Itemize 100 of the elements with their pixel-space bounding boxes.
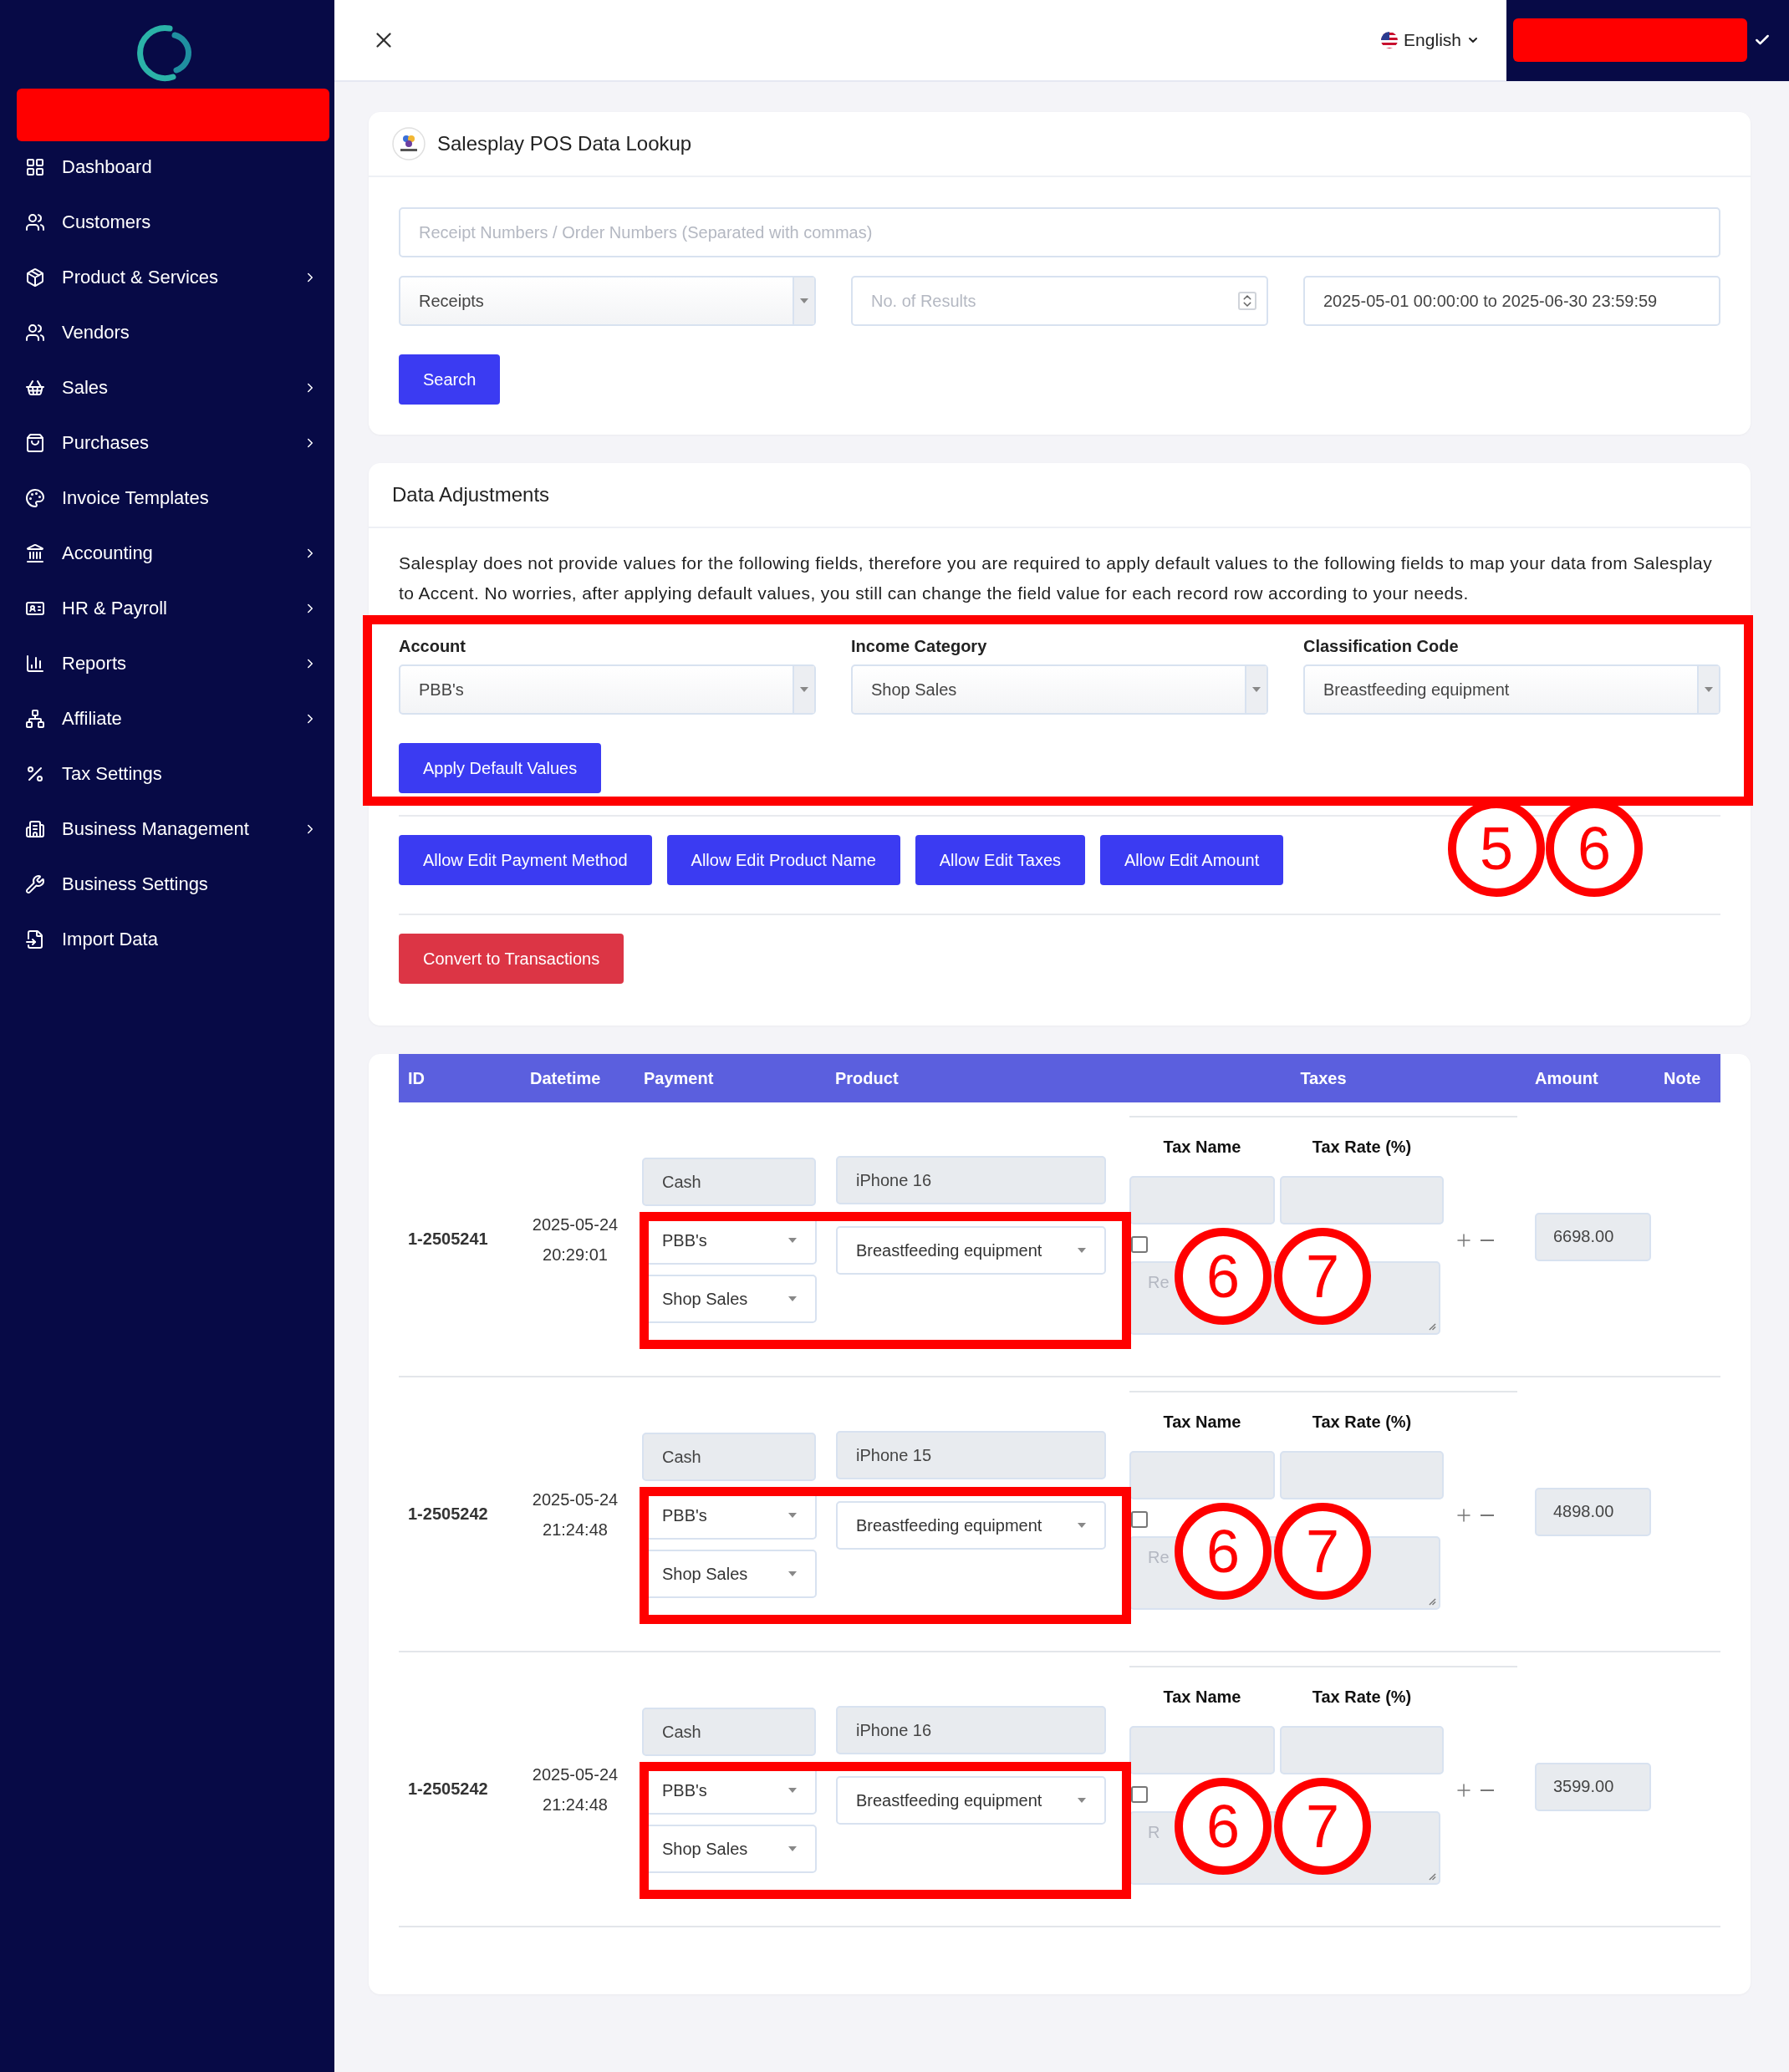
caret-icon — [1705, 687, 1713, 692]
description-text: Salesplay does not provide values for the following fields, therefore you are required to apply default values to the following fields to map your data from Salesplay to Accent. No worries, after applying default values, you still can change the field value for each record row according to your needs. — [399, 552, 1714, 604]
users-icon — [25, 323, 45, 343]
sidebar-item[interactable]: Invoice Templates — [0, 471, 334, 526]
tax-rate-field[interactable] — [1280, 1176, 1444, 1224]
callout-number: 6 — [1175, 1503, 1272, 1600]
date-range-field[interactable]: 2025-05-01 00:00:00 to 2025-06-30 23:59:59 — [1303, 276, 1720, 326]
field-label: Account — [399, 637, 466, 656]
classification-select[interactable]: Breastfeeding equipment — [836, 1226, 1106, 1275]
file-icon — [25, 929, 45, 949]
tax-rate-field[interactable] — [1280, 1726, 1444, 1774]
select-field[interactable]: PBB's — [399, 664, 816, 715]
table-cell-text: 1-2505242 — [407, 1504, 489, 1524]
column-header: ID — [407, 1068, 426, 1088]
sidebar-item[interactable]: Affiliate — [0, 691, 334, 746]
product-name-field[interactable]: iPhone 16 — [836, 1706, 1106, 1754]
logo-icon — [392, 127, 426, 160]
sidebar-item[interactable]: HR & Payroll — [0, 581, 334, 636]
sidebar-item[interactable]: Accounting — [0, 526, 334, 581]
column-header: Product — [835, 1068, 900, 1088]
table-cell-text: 2025-05-24 20:29:01 — [531, 1214, 619, 1265]
apply-button[interactable]: Apply Default Values — [399, 743, 602, 793]
payment-method-field[interactable]: Cash — [642, 1433, 816, 1481]
caret-icon — [1078, 1798, 1086, 1803]
tax-name-field[interactable] — [1129, 1451, 1275, 1499]
table-cell-text: 1-2505242 — [407, 1779, 489, 1799]
toggle-edit-button[interactable]: Allow Edit Taxes — [915, 835, 1086, 885]
sidebar-item[interactable]: Business Management — [0, 802, 334, 857]
remove-button[interactable] — [1481, 1789, 1494, 1791]
select-field[interactable]: Receipts — [399, 276, 816, 326]
bank-icon — [25, 543, 45, 563]
toggle-edit-button[interactable]: Allow Edit Payment Method — [399, 835, 652, 885]
card-title: Salesplay POS Data Lookup — [437, 132, 692, 155]
caret-icon — [788, 1788, 797, 1793]
bar-chart-icon — [25, 654, 45, 674]
sidebar-item[interactable]: Product & Services — [0, 250, 334, 305]
classification-select[interactable]: Breastfeeding equipment — [836, 1776, 1106, 1825]
column-header: Payment — [643, 1068, 715, 1088]
caret-icon — [800, 687, 808, 692]
card-title: Data Adjustments — [392, 483, 550, 507]
bag-icon — [25, 433, 45, 453]
grid-icon — [25, 157, 45, 177]
checkbox[interactable] — [1131, 1786, 1148, 1803]
checkbox[interactable] — [1131, 1236, 1148, 1253]
amount-field[interactable]: 4898.00 — [1535, 1487, 1651, 1536]
caret-icon — [788, 1296, 797, 1301]
remove-button[interactable] — [1481, 1514, 1494, 1516]
caret-icon — [788, 1571, 797, 1576]
caret-icon — [1078, 1523, 1086, 1528]
classification-select[interactable]: Breastfeeding equipment — [836, 1501, 1106, 1550]
column-header: Taxes — [1299, 1068, 1348, 1088]
select-field[interactable]: Breastfeeding equipment — [1303, 664, 1720, 715]
tax-name-label: Tax Name — [1162, 1137, 1242, 1157]
toggle-edit-button[interactable]: Allow Edit Amount — [1100, 835, 1284, 885]
amount-field[interactable]: 6698.00 — [1535, 1212, 1651, 1261]
sidebar-item[interactable]: Dashboard — [0, 140, 334, 195]
tax-rate-field[interactable] — [1280, 1451, 1444, 1499]
amount-field[interactable]: 3599.00 — [1535, 1762, 1651, 1811]
spinner-icon — [1238, 292, 1256, 310]
tax-name-field[interactable] — [1129, 1726, 1275, 1774]
callout-number: 7 — [1274, 1778, 1371, 1875]
toggle-edit-button[interactable]: Allow Edit Product Name — [666, 835, 900, 885]
caret-icon — [1078, 1248, 1086, 1253]
users-icon — [25, 212, 45, 232]
tax-name-label: Tax Name — [1162, 1687, 1242, 1707]
wrench-icon — [25, 874, 45, 894]
remove-button[interactable] — [1481, 1239, 1494, 1241]
building-icon — [25, 819, 45, 839]
product-name-field[interactable]: iPhone 15 — [836, 1431, 1106, 1479]
tax-rate-label: Tax Rate (%) — [1311, 1412, 1413, 1432]
convert-button[interactable]: Convert to Transactions — [399, 934, 624, 984]
resize-grip-icon — [1429, 1323, 1436, 1331]
caret-icon — [788, 1513, 797, 1518]
sidebar-item[interactable]: Business Settings — [0, 857, 334, 912]
callout-number: 6 — [1175, 1778, 1272, 1875]
payment-method-field[interactable]: Cash — [642, 1708, 816, 1756]
search-button[interactable]: Search — [399, 354, 501, 405]
tax-name-field[interactable] — [1129, 1176, 1275, 1224]
payment-method-field[interactable]: Cash — [642, 1158, 816, 1206]
column-header: Amount — [1534, 1068, 1599, 1088]
table-cell-text: 2025-05-24 21:24:48 — [531, 1764, 619, 1815]
table-cell-text: 1-2505241 — [407, 1229, 489, 1249]
sidebar-item[interactable]: Import Data — [0, 912, 334, 967]
sidebar-item[interactable]: Vendors — [0, 305, 334, 360]
select-field[interactable]: Shop Sales — [851, 664, 1268, 715]
callout-number: 7 — [1274, 1503, 1371, 1600]
minus-icon — [1481, 1514, 1494, 1516]
resize-grip-icon — [1429, 1598, 1436, 1606]
sidebar-item[interactable]: Sales — [0, 360, 334, 415]
sidebar-item[interactable]: Purchases — [0, 415, 334, 471]
product-name-field[interactable]: iPhone 16 — [836, 1156, 1106, 1204]
caret-icon — [800, 298, 808, 303]
sidebar-item[interactable]: Reports — [0, 636, 334, 691]
minus-icon — [1481, 1239, 1494, 1241]
language-dropdown[interactable]: English — [1375, 29, 1485, 51]
callout-number: 7 — [1274, 1228, 1371, 1325]
sidebar-item[interactable]: Customers — [0, 195, 334, 250]
sidebar-item[interactable]: Tax Settings — [0, 746, 334, 802]
table-cell-text: 2025-05-24 21:24:48 — [531, 1489, 619, 1540]
checkbox[interactable] — [1131, 1511, 1148, 1528]
